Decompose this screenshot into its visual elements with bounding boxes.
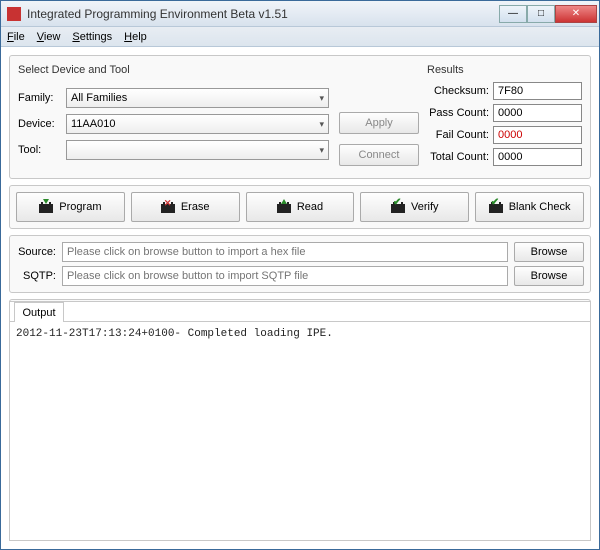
erase-label: Erase (181, 201, 210, 213)
output-section: Output 2012-11-23T17:13:24+0100- Complet… (9, 301, 591, 541)
blank-check-button[interactable]: ✔ Blank Check (475, 192, 584, 222)
menu-settings[interactable]: Settings (72, 31, 112, 43)
menubar: File View Settings Help (1, 27, 599, 47)
erase-button[interactable]: ✕ Erase (131, 192, 240, 222)
results-legend: Results (427, 64, 582, 76)
verify-icon: ✔ (391, 201, 405, 213)
blank-check-icon: ✔ (489, 201, 503, 213)
program-label: Program (59, 201, 101, 213)
read-label: Read (297, 201, 323, 213)
app-icon (7, 7, 21, 21)
fail-count-value: 0000 (493, 126, 582, 144)
select-device-section: Select Device and Tool Family: All Famil… (18, 64, 419, 170)
browse-sqtp-button[interactable]: Browse (514, 266, 584, 286)
device-value: 11AA010 (71, 118, 115, 130)
verify-label: Verify (411, 201, 439, 213)
titlebar: Integrated Programming Environment Beta … (1, 1, 599, 27)
maximize-button[interactable]: □ (527, 5, 555, 23)
source-panel: Source: Browse SQTP: Browse (9, 235, 591, 293)
read-icon (277, 201, 291, 213)
top-panel: Select Device and Tool Family: All Famil… (9, 55, 591, 179)
device-label: Device: (18, 118, 60, 130)
window-buttons: — □ ✕ (499, 5, 597, 23)
menu-view[interactable]: View (37, 31, 61, 43)
content-area: Select Device and Tool Family: All Famil… (1, 47, 599, 301)
checksum-value: 7F80 (493, 82, 582, 100)
read-button[interactable]: Read (246, 192, 355, 222)
connect-button[interactable]: Connect (339, 144, 419, 166)
sqtp-input[interactable] (62, 266, 508, 286)
apply-button[interactable]: Apply (339, 112, 419, 134)
menu-file[interactable]: File (7, 31, 25, 43)
pass-count-label: Pass Count: (427, 107, 489, 119)
window-title: Integrated Programming Environment Beta … (27, 7, 499, 21)
tool-label: Tool: (18, 144, 60, 156)
verify-button[interactable]: ✔ Verify (360, 192, 469, 222)
program-icon (39, 201, 53, 213)
program-button[interactable]: Program (16, 192, 125, 222)
blank-check-label: Blank Check (509, 201, 571, 213)
source-input[interactable] (62, 242, 508, 262)
device-combo[interactable]: 11AA010 (66, 114, 329, 134)
checksum-label: Checksum: (427, 85, 489, 97)
pass-count-value: 0000 (493, 104, 582, 122)
erase-icon: ✕ (161, 201, 175, 213)
results-section: Results Checksum: 7F80 Pass Count: 0000 … (427, 64, 582, 170)
app-window: Integrated Programming Environment Beta … (0, 0, 600, 550)
output-tab[interactable]: Output (14, 302, 64, 322)
family-value: All Families (71, 92, 127, 104)
tool-combo[interactable] (66, 140, 329, 160)
actions-panel: Program ✕ Erase Read ✔ Verify ✔ Blank Ch… (9, 185, 591, 229)
sqtp-label: SQTP: (16, 270, 56, 282)
browse-source-button[interactable]: Browse (514, 242, 584, 262)
family-combo[interactable]: All Families (66, 88, 329, 108)
total-count-label: Total Count: (427, 151, 489, 163)
close-button[interactable]: ✕ (555, 5, 597, 23)
output-textarea[interactable]: 2012-11-23T17:13:24+0100- Completed load… (10, 321, 590, 540)
total-count-value: 0000 (493, 148, 582, 166)
select-legend: Select Device and Tool (18, 64, 419, 76)
minimize-button[interactable]: — (499, 5, 527, 23)
family-label: Family: (18, 92, 60, 104)
fail-count-label: Fail Count: (427, 129, 489, 141)
menu-help[interactable]: Help (124, 31, 147, 43)
source-label: Source: (16, 246, 56, 258)
